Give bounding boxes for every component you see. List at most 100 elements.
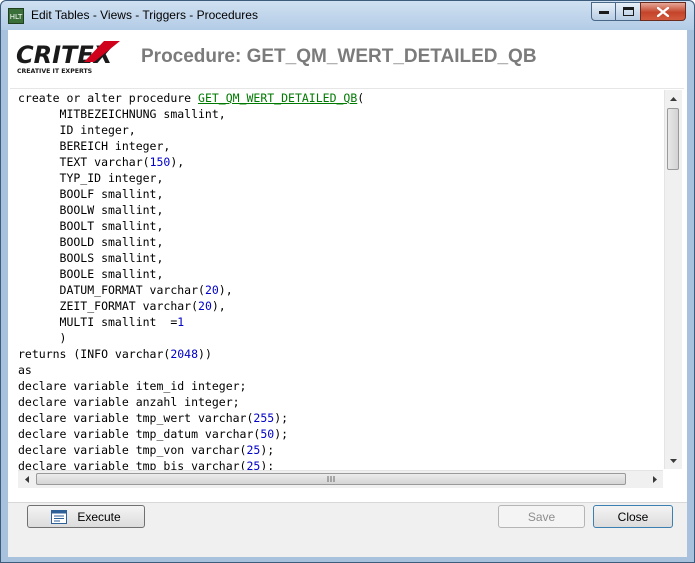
close-window-button[interactable] xyxy=(640,2,686,21)
code-line: returns (INFO varchar(2048)) xyxy=(18,346,663,362)
execute-icon xyxy=(51,509,68,524)
maximize-button[interactable] xyxy=(615,2,641,21)
vertical-scrollbar[interactable] xyxy=(664,90,682,469)
code-token: 150 xyxy=(149,155,171,169)
code-line: TEXT varchar(150), xyxy=(18,154,663,170)
code-line: BOOLD smallint, xyxy=(18,234,663,250)
code-line: declare variable tmp_von varchar(25); xyxy=(18,442,663,458)
window-title: Edit Tables - Views - Triggers - Procedu… xyxy=(31,8,258,22)
minimize-button[interactable] xyxy=(591,2,616,21)
code-token: ZEIT_FORMAT varchar( xyxy=(18,299,199,313)
code-line: TYP_ID integer, xyxy=(18,170,663,186)
code-line: ) xyxy=(18,330,663,346)
scroll-down-button[interactable] xyxy=(665,452,682,469)
code-token: BOOLD smallint, xyxy=(18,235,164,249)
chevron-up-icon xyxy=(670,96,677,101)
code-line: as xyxy=(18,362,663,378)
code-token: declare variable tmp_datum varchar( xyxy=(18,427,261,441)
title-bar[interactable]: HLT Edit Tables - Views - Triggers - Pro… xyxy=(1,1,694,30)
code-token: BOOLF smallint, xyxy=(18,187,164,201)
code-line: ZEIT_FORMAT varchar(20), xyxy=(18,298,663,314)
chevron-left-icon xyxy=(24,476,29,483)
code-line: declare variable item_id integer; xyxy=(18,378,663,394)
scroll-right-button[interactable] xyxy=(646,471,663,488)
code-line: MITBEZEICHNUNG smallint, xyxy=(18,106,663,122)
code-line: BOOLW smallint, xyxy=(18,202,663,218)
scroll-up-button[interactable] xyxy=(665,90,682,107)
code-token: MITBEZEICHNUNG smallint, xyxy=(18,107,226,121)
code-token: 20 xyxy=(204,283,219,297)
code-line: ID integer, xyxy=(18,122,663,138)
code-line: create or alter procedure GET_QM_WERT_DE… xyxy=(18,90,663,106)
logo-tagline: CREATIVE IT EXPERTS xyxy=(17,68,92,75)
code-line: BOOLF smallint, xyxy=(18,186,663,202)
code-token: BOOLS smallint, xyxy=(18,251,164,265)
critex-logo: CRITEX CREATIVE IT EXPERTS xyxy=(16,41,120,75)
code-token: DATUM_FORMAT varchar( xyxy=(18,283,205,297)
code-token: as xyxy=(18,363,32,377)
code-token: ); xyxy=(260,443,275,457)
code-text-area[interactable]: create or alter procedure GET_QM_WERT_DE… xyxy=(18,90,663,470)
code-line: BOOLT smallint, xyxy=(18,218,663,234)
code-token: 50 xyxy=(260,427,275,441)
close-button[interactable]: Close xyxy=(593,505,673,528)
app-window: HLT Edit Tables - Views - Triggers - Pro… xyxy=(0,0,695,563)
code-line: declare variable anzahl integer; xyxy=(18,394,663,410)
code-line: BOOLS smallint, xyxy=(18,250,663,266)
code-token: BOOLW smallint, xyxy=(18,203,164,217)
vertical-scroll-thumb[interactable] xyxy=(667,108,679,170)
code-line: BOOLE smallint, xyxy=(18,266,663,282)
save-button[interactable]: Save xyxy=(498,505,585,528)
code-token: ); xyxy=(274,427,289,441)
code-token: ); xyxy=(274,411,289,425)
app-icon: HLT xyxy=(8,8,24,24)
code-token: declare variable anzahl integer; xyxy=(18,395,240,409)
code-token: declare variable tmp_bis varchar( xyxy=(18,459,247,470)
close-label: Close xyxy=(617,509,649,524)
grip-icon xyxy=(327,476,335,482)
code-token: 1 xyxy=(177,315,185,329)
code-token: ID integer, xyxy=(18,123,136,137)
code-editor[interactable]: create or alter procedure GET_QM_WERT_DE… xyxy=(10,88,684,503)
code-token: ); xyxy=(260,459,275,470)
code-token: TYP_ID integer, xyxy=(18,171,164,185)
code-token: ), xyxy=(170,155,185,169)
code-line: MULTI smallint =1 xyxy=(18,314,663,330)
save-label: Save xyxy=(527,509,556,524)
code-line: declare variable tmp_datum varchar(50); xyxy=(18,426,663,442)
code-token: 25 xyxy=(246,443,261,457)
code-token: create or alter procedure xyxy=(18,91,199,105)
code-line: declare variable tmp_wert varchar(255); xyxy=(18,410,663,426)
code-line: BEREICH integer, xyxy=(18,138,663,154)
code-token: declare variable tmp_wert varchar( xyxy=(18,411,254,425)
code-token: ) xyxy=(18,331,67,345)
chevron-down-icon xyxy=(670,458,677,463)
code-token: 2048 xyxy=(170,347,199,361)
code-token: returns (INFO varchar( xyxy=(18,347,171,361)
code-token: BOOLT smallint, xyxy=(18,219,164,233)
code-token: )) xyxy=(198,347,212,361)
chevron-right-icon xyxy=(652,476,657,483)
minimize-icon xyxy=(598,10,609,14)
code-line: declare variable tmp_bis varchar(25); xyxy=(18,458,663,470)
code-token: 255 xyxy=(253,411,275,425)
execute-button[interactable]: Execute xyxy=(27,505,145,528)
header: CRITEX CREATIVE IT EXPERTS Procedure: GE… xyxy=(8,30,687,86)
code-token: declare variable item_id integer; xyxy=(18,379,247,393)
scroll-left-button[interactable] xyxy=(18,471,35,488)
horizontal-scrollbar[interactable] xyxy=(18,470,663,488)
code-line: DATUM_FORMAT varchar(20), xyxy=(18,282,663,298)
code-token: 20 xyxy=(198,299,212,313)
code-token: ), xyxy=(218,283,233,297)
code-token: BEREICH integer, xyxy=(18,139,171,153)
close-icon xyxy=(657,6,669,17)
code-token: ), xyxy=(211,299,226,313)
horizontal-scroll-thumb[interactable] xyxy=(36,473,626,485)
dialog-client: CRITEX CREATIVE IT EXPERTS Procedure: GE… xyxy=(8,30,687,557)
procedure-name-link[interactable]: GET_QM_WERT_DETAILED_QB xyxy=(198,91,357,105)
code-token: BOOLE smallint, xyxy=(18,267,164,281)
execute-label: Execute xyxy=(77,509,121,524)
code-token: ( xyxy=(357,91,365,105)
maximize-icon xyxy=(622,7,634,16)
code-token: MULTI smallint = xyxy=(18,315,178,329)
